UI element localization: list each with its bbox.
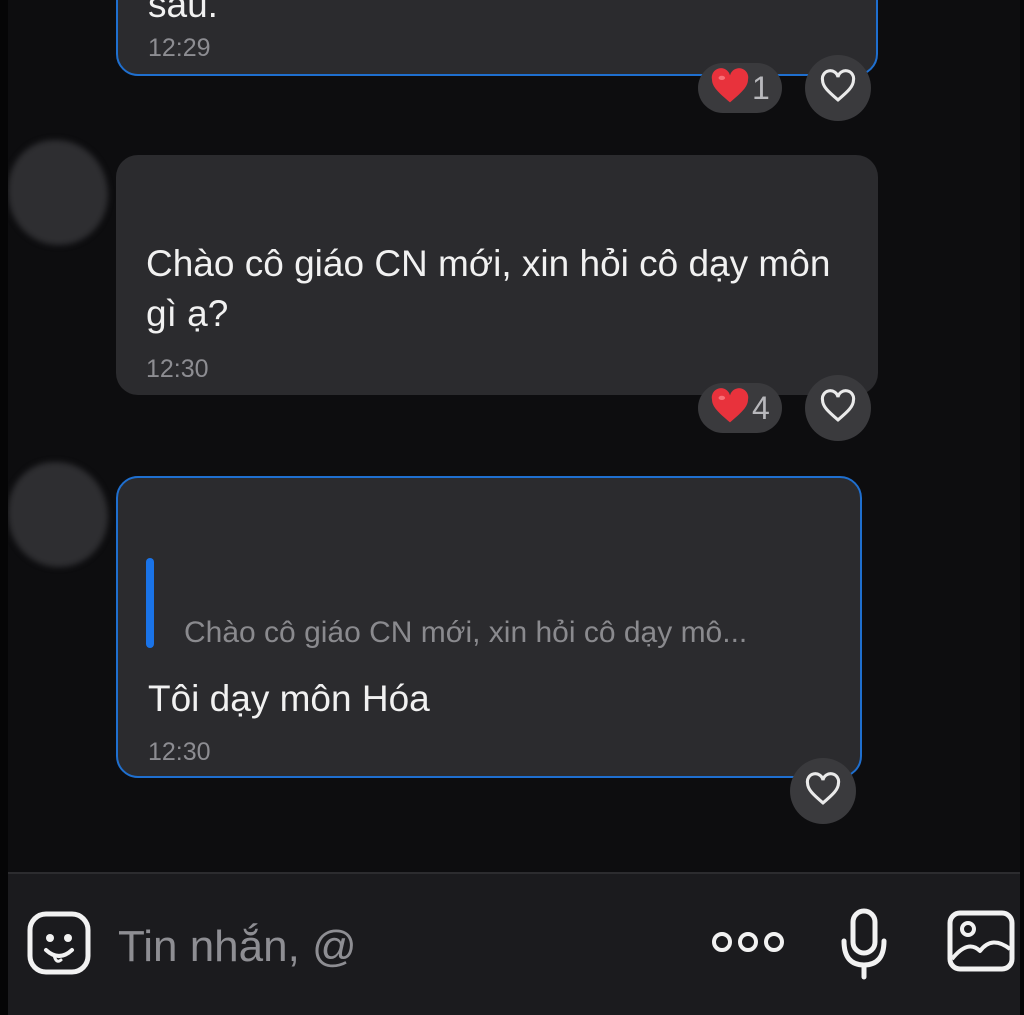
screen-edge — [1020, 0, 1024, 1015]
quote-bar — [146, 558, 154, 648]
reply-message-bubble[interactable]: Chào cô giáo CN mới, xin hỏi cô dạy mô..… — [116, 476, 862, 778]
heart-icon — [710, 387, 750, 429]
reaction-count-pill[interactable]: 4 — [698, 383, 782, 433]
more-icon — [710, 930, 786, 959]
react-button[interactable] — [805, 375, 871, 441]
sender-avatar[interactable] — [8, 140, 108, 245]
image-icon — [946, 909, 1016, 978]
chat-area: sau. 12:29 1 Chào cô giáo CN mới, xin hỏ… — [0, 0, 1024, 872]
message-timestamp: 12:29 — [148, 34, 211, 62]
message-timestamp: 12:30 — [146, 355, 209, 383]
heart-outline-icon — [804, 771, 842, 811]
voice-message-button[interactable] — [836, 906, 892, 986]
heart-icon — [710, 67, 750, 109]
sender-avatar[interactable] — [8, 462, 108, 567]
message-timestamp: 12:30 — [148, 738, 211, 766]
message-text: Chào cô giáo CN mới, xin hỏi cô dạy môn … — [146, 243, 831, 334]
sticker-button[interactable] — [24, 910, 94, 980]
more-options-button[interactable] — [708, 922, 788, 966]
sticker-icon — [26, 910, 92, 981]
heart-outline-icon — [819, 388, 857, 428]
microphone-icon — [839, 907, 889, 986]
message-text: sau. — [148, 0, 218, 25]
screen-edge — [0, 0, 8, 1015]
reaction-count: 4 — [752, 389, 770, 426]
reaction-count: 1 — [752, 69, 770, 106]
message-bubble[interactable]: Chào cô giáo CN mới, xin hỏi cô dạy môn … — [116, 155, 878, 395]
react-button[interactable] — [790, 758, 856, 824]
react-button[interactable] — [805, 55, 871, 121]
message-input[interactable]: Tin nhắn, @ — [118, 922, 357, 972]
message-composer: Tin nhắn, @ — [0, 872, 1024, 1015]
heart-outline-icon — [819, 68, 857, 108]
message-text: Tôi dạy môn Hóa — [148, 678, 430, 719]
quoted-message-text[interactable]: Chào cô giáo CN mới, xin hỏi cô dạy mô..… — [184, 616, 747, 650]
send-image-button[interactable] — [944, 908, 1018, 978]
reaction-count-pill[interactable]: 1 — [698, 63, 782, 113]
